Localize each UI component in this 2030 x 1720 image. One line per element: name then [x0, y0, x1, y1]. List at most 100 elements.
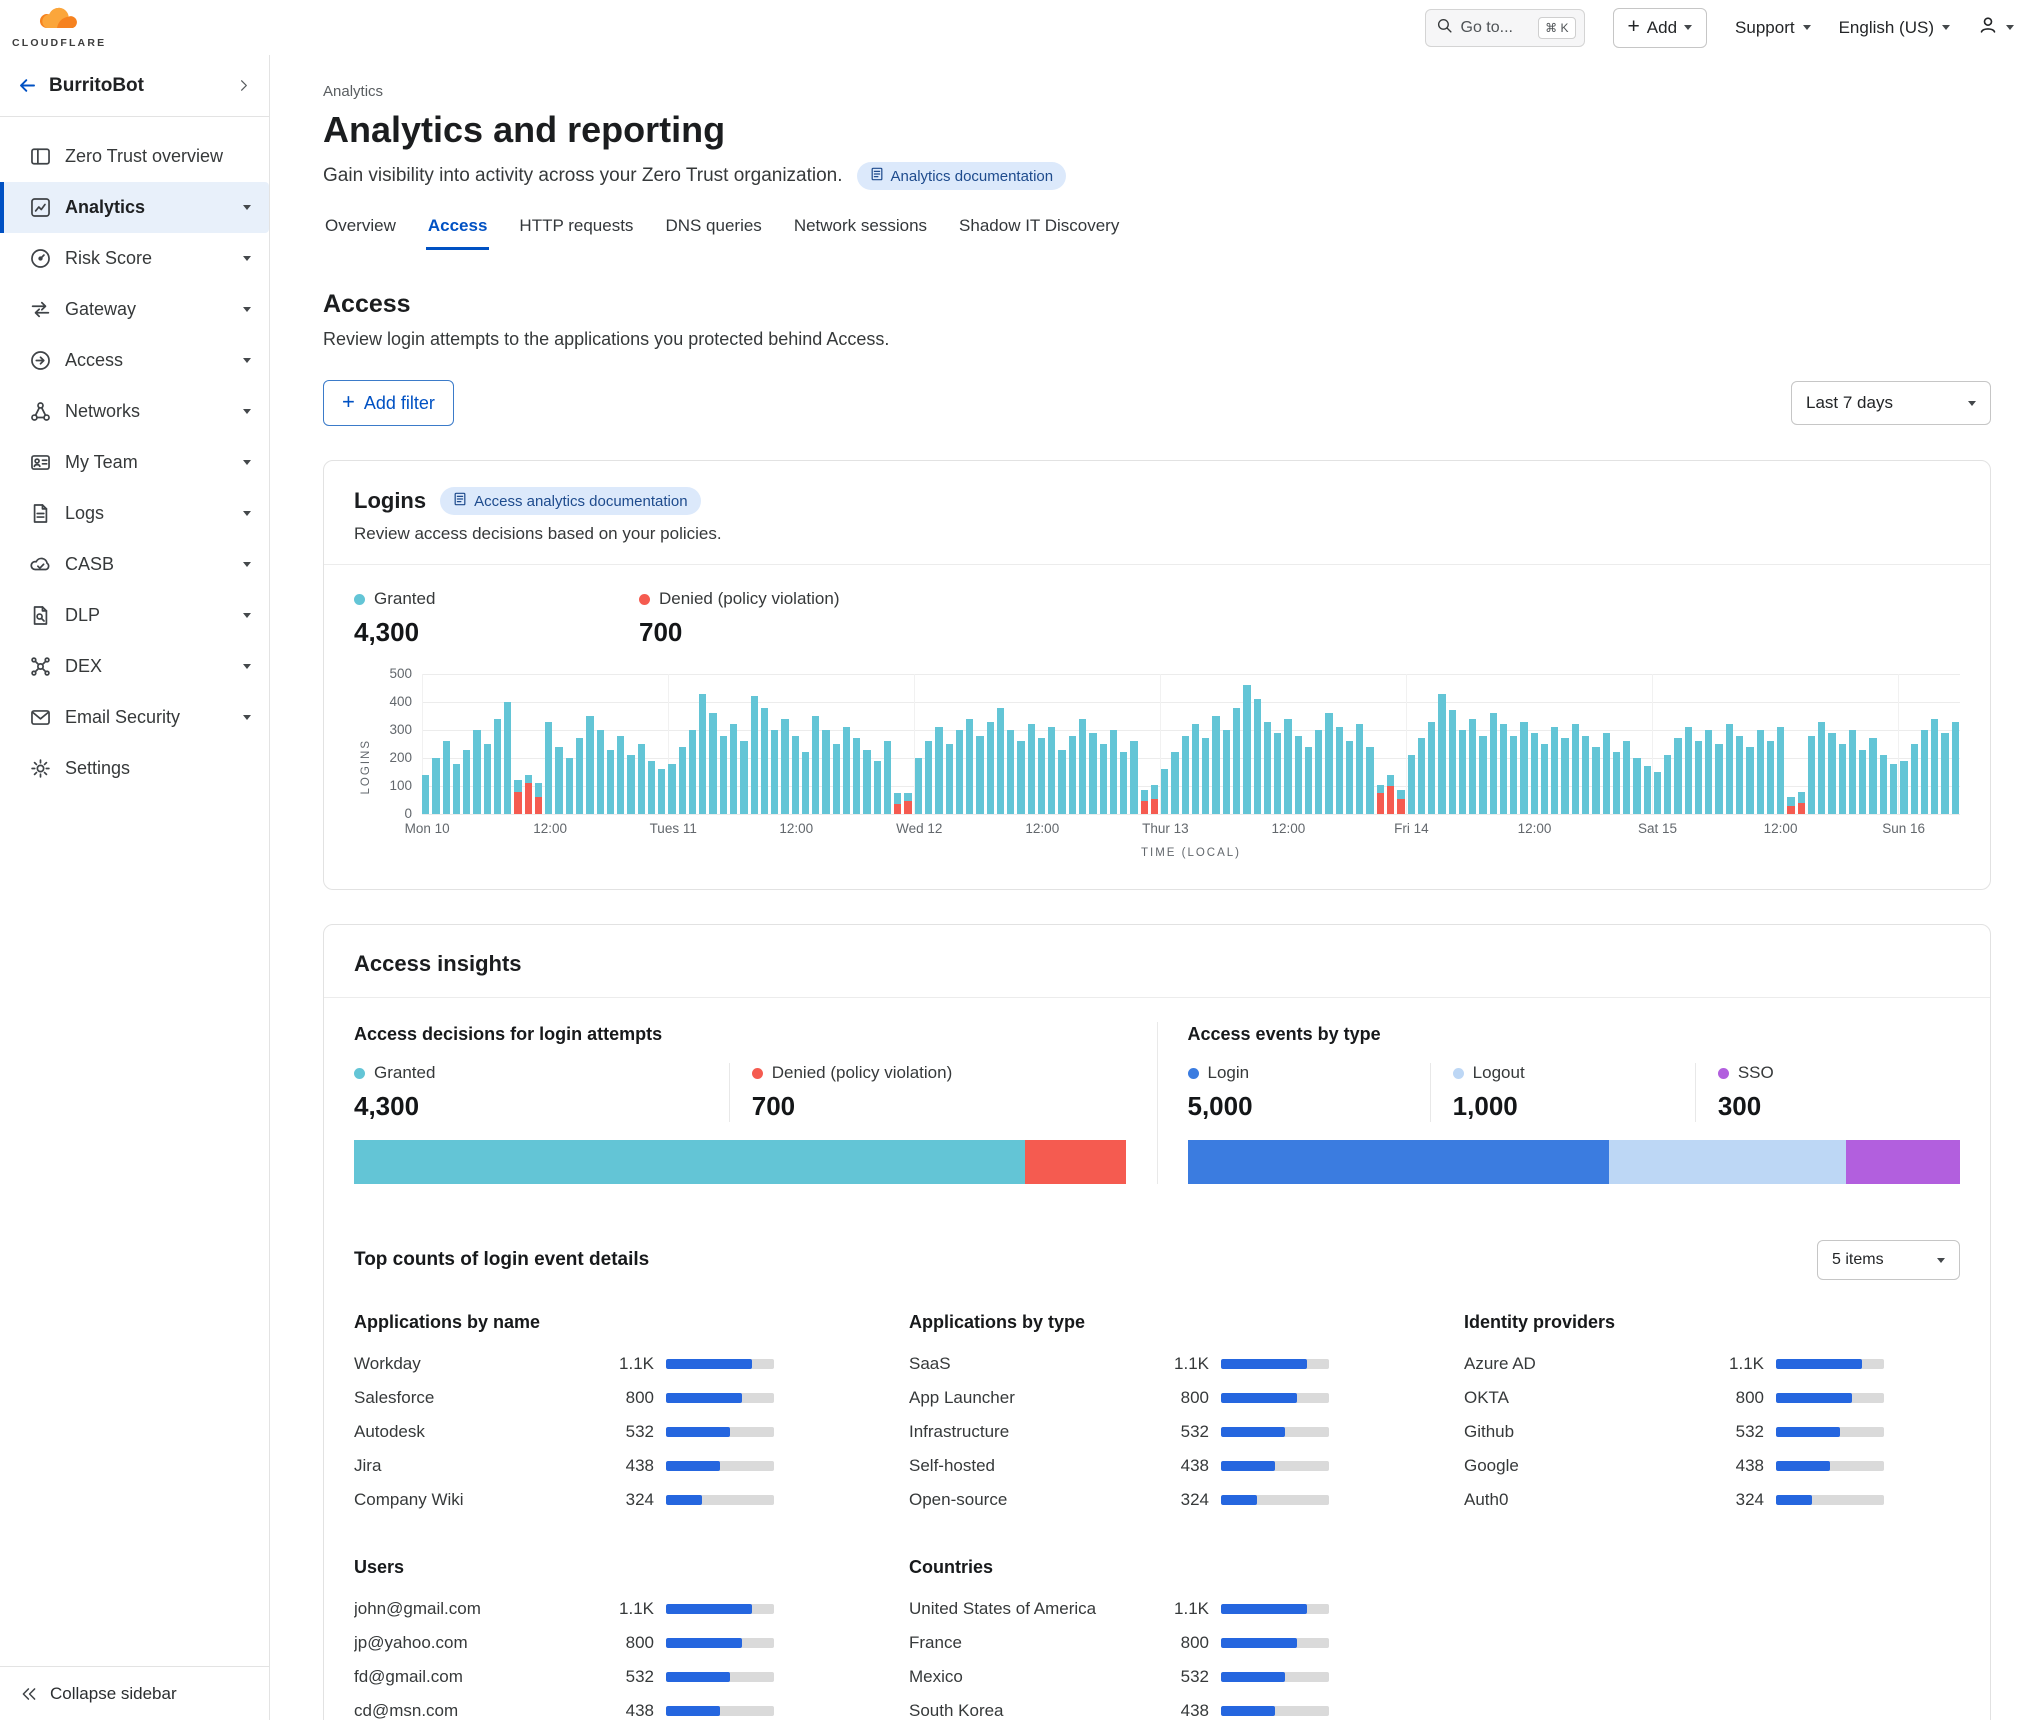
granted-bar-segment: [422, 775, 429, 814]
tab-http-requests[interactable]: HTTP requests: [517, 216, 635, 250]
sidebar-item-my-team[interactable]: My Team: [0, 437, 269, 488]
sidebar-item-casb[interactable]: CASB: [0, 539, 269, 590]
logout-legend-dot: [1453, 1068, 1464, 1079]
items-count-select[interactable]: 5 items: [1817, 1240, 1960, 1280]
time-range-select[interactable]: Last 7 days: [1791, 381, 1991, 425]
sidebar-item-settings[interactable]: Settings: [0, 743, 269, 794]
account-menu[interactable]: [1978, 15, 2014, 40]
granted-bar-segment: [463, 750, 470, 814]
granted-bar-segment: [627, 755, 634, 814]
tab-network-sessions[interactable]: Network sessions: [792, 216, 929, 250]
denied-bar-segment: [1377, 793, 1384, 814]
y-axis-title: LOGINS: [354, 674, 378, 859]
tab-dns-queries[interactable]: DNS queries: [663, 216, 763, 250]
sidebar-item-logs[interactable]: Logs: [0, 488, 269, 539]
sidebar-item-dlp[interactable]: DLP: [0, 590, 269, 641]
progress-bar-track: [1221, 1427, 1329, 1437]
sidebar-item-email-security[interactable]: Email Security: [0, 692, 269, 743]
list-item-value: 800: [1155, 1633, 1209, 1653]
add-button[interactable]: + Add: [1613, 8, 1708, 48]
sidebar-item-access[interactable]: Access: [0, 335, 269, 386]
list-item: Company Wiki324: [354, 1483, 774, 1517]
chevron-down-icon: [243, 562, 251, 567]
bar: [1818, 722, 1825, 814]
tab-shadow-it-discovery[interactable]: Shadow IT Discovery: [957, 216, 1121, 250]
bar: [1418, 738, 1425, 814]
bar: [1192, 724, 1199, 814]
sidebar-item-label: My Team: [65, 452, 229, 473]
analytics-documentation-badge[interactable]: Analytics documentation: [857, 162, 1067, 190]
list-title: Applications by type: [909, 1312, 1329, 1333]
document-icon: [870, 167, 884, 185]
list-item-value: 800: [1710, 1388, 1764, 1408]
list-item-label: Infrastructure: [909, 1422, 1155, 1442]
legend-label: Granted: [374, 589, 435, 609]
sidebar-item-dex[interactable]: DEX: [0, 641, 269, 692]
granted-bar-segment: [1408, 755, 1415, 814]
back-arrow-icon[interactable]: [18, 76, 37, 95]
zero-trust-overview-icon: [30, 146, 51, 167]
tab-access[interactable]: Access: [426, 216, 490, 250]
list-item-label: Google: [1464, 1456, 1710, 1476]
list-item-value: 1.1K: [600, 1599, 654, 1619]
granted-bar-segment: [1161, 769, 1168, 814]
bar: [679, 747, 686, 814]
sidebar-item-networks[interactable]: Networks: [0, 386, 269, 437]
granted-bar-segment: [658, 769, 665, 814]
bar: [720, 736, 727, 814]
granted-bar-segment: [987, 722, 994, 814]
chart-plot-area: [422, 674, 1960, 814]
language-menu[interactable]: English (US): [1839, 18, 1950, 38]
bar: [1397, 790, 1404, 814]
chevron-right-icon[interactable]: [236, 78, 251, 93]
chevron-down-icon: [243, 307, 251, 312]
bar: [1171, 752, 1178, 814]
x-axis-ticks: Mon 1012:00Tues 1112:00Wed 1212:00Thur 1…: [422, 821, 1960, 841]
tab-overview[interactable]: Overview: [323, 216, 398, 250]
progress-bar-fill: [1221, 1604, 1307, 1614]
breadcrumb[interactable]: Analytics: [323, 83, 1991, 100]
list-item: OKTA800: [1464, 1381, 1884, 1415]
x-tick-label: 12:00: [1764, 821, 1798, 836]
list-item-value: 438: [1710, 1456, 1764, 1476]
legend-label: Logout: [1473, 1063, 1525, 1083]
progress-bar-track: [666, 1706, 774, 1716]
page-title: Analytics and reporting: [323, 108, 1991, 152]
bar: [1058, 750, 1065, 814]
legend-value: 700: [752, 1091, 1127, 1122]
access-analytics-documentation-badge[interactable]: Access analytics documentation: [440, 487, 700, 515]
sidebar-item-gateway[interactable]: Gateway: [0, 284, 269, 335]
bar: [1346, 741, 1353, 814]
granted-bar-segment: [1274, 733, 1281, 814]
granted-bar-segment: [1007, 730, 1014, 814]
org-switcher[interactable]: BurritoBot: [0, 55, 269, 117]
granted-bar-segment: [525, 775, 532, 783]
bar: [1654, 772, 1661, 814]
sidebar-item-risk-score[interactable]: Risk Score: [0, 233, 269, 284]
support-menu[interactable]: Support: [1735, 18, 1811, 38]
add-filter-button[interactable]: + Add filter: [323, 380, 454, 426]
global-search-input[interactable]: Go to... ⌘ K: [1425, 9, 1585, 47]
list-item-value: 1.1K: [600, 1354, 654, 1374]
granted-bar-segment: [607, 750, 614, 814]
bar: [1254, 699, 1261, 814]
legend-item-denied-policy-violation: Denied (policy violation)700: [729, 1063, 1127, 1122]
bar: [771, 730, 778, 814]
sidebar-item-analytics[interactable]: Analytics: [0, 182, 269, 233]
logins-card-title: Logins: [354, 488, 426, 514]
bar: [1644, 766, 1651, 814]
bar: [1449, 710, 1456, 814]
logo-text: CLOUDFLARE: [12, 37, 106, 49]
granted-bar-segment: [812, 716, 819, 814]
granted-bar-segment: [473, 730, 480, 814]
bar: [1767, 741, 1774, 814]
granted-bar-segment: [1479, 736, 1486, 814]
bar: [1151, 785, 1158, 814]
cloudflare-logo[interactable]: CLOUDFLARE: [12, 7, 106, 49]
collapse-sidebar-button[interactable]: Collapse sidebar: [0, 1666, 269, 1720]
progress-bar-track: [1221, 1359, 1329, 1369]
access-section-description: Review login attempts to the application…: [323, 329, 1991, 350]
sidebar-item-zero-trust-overview[interactable]: Zero Trust overview: [0, 131, 269, 182]
bar: [1541, 744, 1548, 814]
plus-icon: +: [342, 391, 355, 413]
